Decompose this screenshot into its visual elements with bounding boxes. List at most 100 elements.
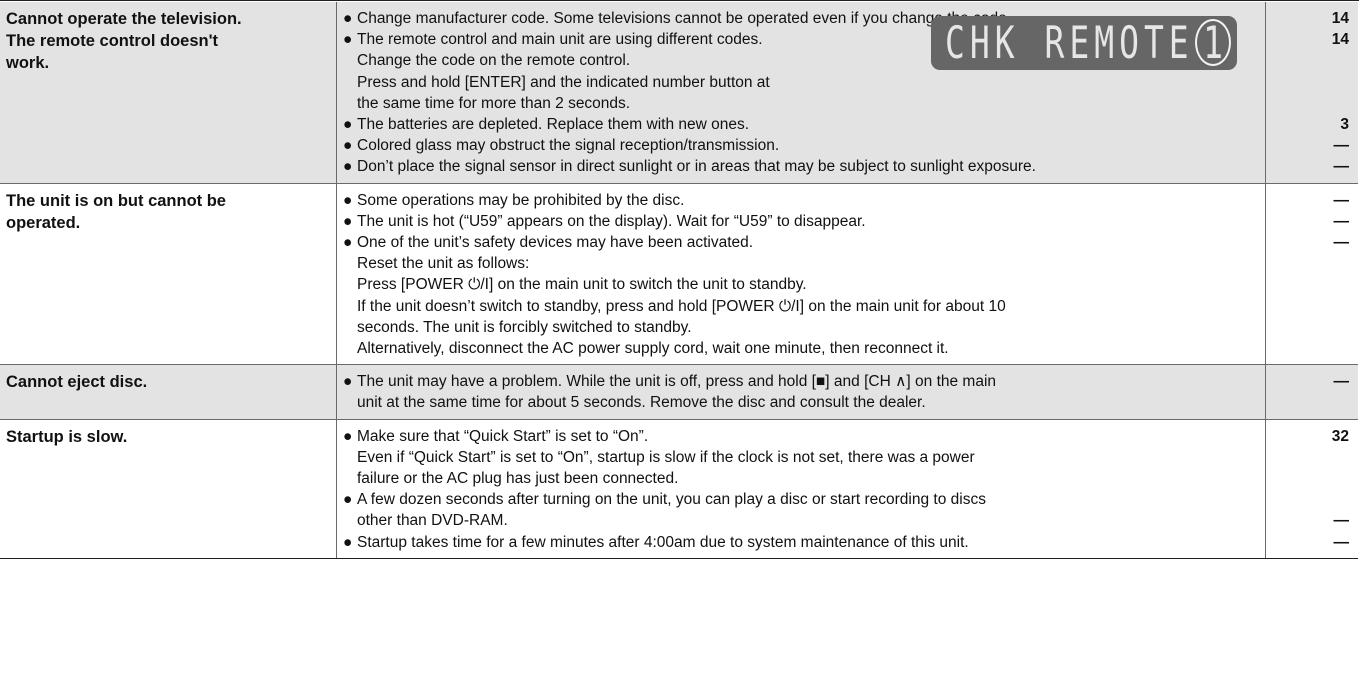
display-code-digit: 1 xyxy=(1203,16,1223,69)
solution-continuation: the same time for more than 2 seconds. xyxy=(343,93,1259,114)
solution-text: other than DVD-RAM. xyxy=(357,512,508,530)
solution-text: seconds. The unit is forcibly switched t… xyxy=(357,318,692,336)
page-number xyxy=(1270,93,1349,114)
page-number xyxy=(1270,296,1349,317)
solution-text: Even if “Quick Start” is set to “On”, st… xyxy=(357,448,975,466)
bullet-icon: ● xyxy=(343,212,353,230)
solution-continuation: Press [POWER ⏻/I] on the main unit to sw… xyxy=(343,274,1259,295)
solution-text: Startup takes time for a few minutes aft… xyxy=(357,533,969,551)
solution-cell: ● Change manufacturer code. Some televisi… xyxy=(336,2,1266,183)
solution-continuation: If the unit doesn’t switch to standby, p… xyxy=(343,296,1259,317)
bullet-icon: ● xyxy=(343,191,353,209)
solution-item: ● Don’t place the signal sensor in direct… xyxy=(343,156,1259,177)
solution-text: Don’t place the signal sensor in direct … xyxy=(357,158,1036,176)
solution-item: ● Startup takes time for a few minutes af… xyxy=(343,532,1259,553)
page-number xyxy=(1270,317,1349,338)
solution-text: Press [POWER ⏻/I] on the main unit to sw… xyxy=(357,276,807,294)
solution-text: Reset the unit as follows: xyxy=(357,255,530,273)
solution-continuation: seconds. The unit is forcibly switched t… xyxy=(343,317,1259,338)
solution-continuation: Even if “Quick Start” is set to “On”, st… xyxy=(343,447,1259,468)
solution-continuation: other than DVD-RAM. xyxy=(343,510,1259,531)
highlight-circle-icon: 1 xyxy=(1195,19,1231,66)
solution-text: Make sure that “Quick Start” is set to “… xyxy=(357,427,649,445)
bullet-icon: ● xyxy=(343,427,353,445)
page-number: — xyxy=(1333,191,1350,209)
solution-item: ● Make sure that “Quick Start” is set to … xyxy=(343,426,1259,447)
solution-item: ● Some operations may be prohibited by th… xyxy=(343,190,1259,211)
solution-item: ● Colored glass may obstruct the signal r… xyxy=(343,135,1259,156)
problem-cell: Startup is slow. xyxy=(6,427,128,446)
solution-text: The unit is hot (“U59” appears on the di… xyxy=(357,212,866,230)
display-message: CHK REMOTE xyxy=(945,16,1194,70)
solution-continuation: Press and hold [ENTER] and the indicated… xyxy=(343,72,1259,93)
page-number xyxy=(1270,338,1349,359)
page-number: — xyxy=(1333,373,1350,391)
bullet-icon: ● xyxy=(343,373,353,391)
bullet-icon: ● xyxy=(343,31,353,49)
bullet-icon: ● xyxy=(343,137,353,155)
solution-item: ● A few dozen seconds after turning on th… xyxy=(343,489,1259,510)
page-number xyxy=(1270,468,1349,489)
solution-cell: ● The unit may have a problem. While the … xyxy=(336,365,1266,419)
table-row: Startup is slow. ● Make sure that “Quick S… xyxy=(0,419,1358,559)
solution-text: The remote control and main unit are usi… xyxy=(357,31,763,49)
solution-item: ● One of the unit’s safety devices may ha… xyxy=(343,232,1259,253)
bullet-icon: ● xyxy=(343,533,353,551)
solution-text: Some operations may be prohibited by the… xyxy=(357,191,685,209)
problem-cell: The unit is on but cannot be operated. xyxy=(6,191,226,232)
solution-text: Colored glass may obstruct the signal re… xyxy=(357,137,780,155)
solution-text: If the unit doesn’t switch to standby, p… xyxy=(357,297,1006,315)
page-number xyxy=(1270,274,1349,295)
problem-cell: Cannot eject disc. xyxy=(6,373,148,392)
page-number: — xyxy=(1333,158,1350,176)
page-reference-cell: — xyxy=(1266,365,1358,418)
troubleshooting-table: Cannot operate the television. The remot… xyxy=(0,2,1358,559)
page-number xyxy=(1270,253,1349,274)
table-row: Cannot eject disc. ● The unit may have a p… xyxy=(0,365,1358,420)
solution-text: The batteries are depleted. Replace them… xyxy=(357,116,750,134)
bullet-icon: ● xyxy=(343,491,353,509)
page-reference-cell: 32 — — xyxy=(1266,420,1358,558)
problem-cell: Cannot operate the television. The remot… xyxy=(6,10,242,72)
solution-text: One of the unit’s safety devices may hav… xyxy=(357,234,754,252)
bullet-icon: ● xyxy=(343,10,353,27)
solution-cell: ● Some operations may be prohibited by th… xyxy=(336,183,1266,365)
solution-text: Change the code on the remote control. xyxy=(357,52,631,70)
solution-item: ● The unit is hot (“U59” appears on the d… xyxy=(343,211,1259,232)
solution-continuation: Alternatively, disconnect the AC power s… xyxy=(343,338,1259,359)
display-panel-illustration: CHK REMOTE 1 xyxy=(931,16,1237,70)
solution-text: A few dozen seconds after turning on the… xyxy=(357,491,986,509)
solution-text: Change manufacturer code. Some televisio… xyxy=(357,10,1012,27)
solution-text: failure or the AC plug has just been con… xyxy=(357,470,679,488)
top-rule xyxy=(0,0,1359,1)
solution-continuation: failure or the AC plug has just been con… xyxy=(343,468,1259,489)
solution-continuation: Reset the unit as follows: xyxy=(343,253,1259,274)
solution-text: the same time for more than 2 seconds. xyxy=(357,94,631,112)
bullet-icon: ● xyxy=(343,158,353,176)
page-number: 14 xyxy=(1331,10,1349,27)
page-number: — xyxy=(1333,234,1350,251)
solution-cell: ● Make sure that “Quick Start” is set to … xyxy=(336,419,1266,558)
solution-item: ● The batteries are depleted. Replace the… xyxy=(343,114,1259,135)
solution-continuation: unit at the same time for about 5 second… xyxy=(343,392,1259,413)
solution-text: unit at the same time for about 5 second… xyxy=(357,394,926,412)
page-reference-cell: — — — xyxy=(1266,184,1358,365)
page-number xyxy=(1270,392,1349,413)
solution-text: The unit may have a problem. While the u… xyxy=(357,373,997,391)
table-row: Cannot operate the television. The remot… xyxy=(0,2,1358,184)
solution-item: ● The unit may have a problem. While the … xyxy=(343,371,1259,392)
page-number: — xyxy=(1333,533,1350,551)
page-number: — xyxy=(1333,137,1350,155)
page-number xyxy=(1270,447,1349,468)
bullet-icon: ● xyxy=(343,234,353,252)
page-number: — xyxy=(1333,212,1350,230)
page-reference-cell: 14 14 3 — — xyxy=(1266,2,1358,183)
page-number xyxy=(1270,50,1349,71)
page-number: 3 xyxy=(1340,115,1349,133)
page-number: 14 xyxy=(1331,31,1349,49)
table-row: The unit is on but cannot be operated. ● S… xyxy=(0,183,1358,366)
page-number: — xyxy=(1333,512,1350,530)
solution-text: Press and hold [ENTER] and the indicated… xyxy=(357,73,770,91)
page-number xyxy=(1270,72,1349,93)
page-number: 32 xyxy=(1331,427,1349,445)
